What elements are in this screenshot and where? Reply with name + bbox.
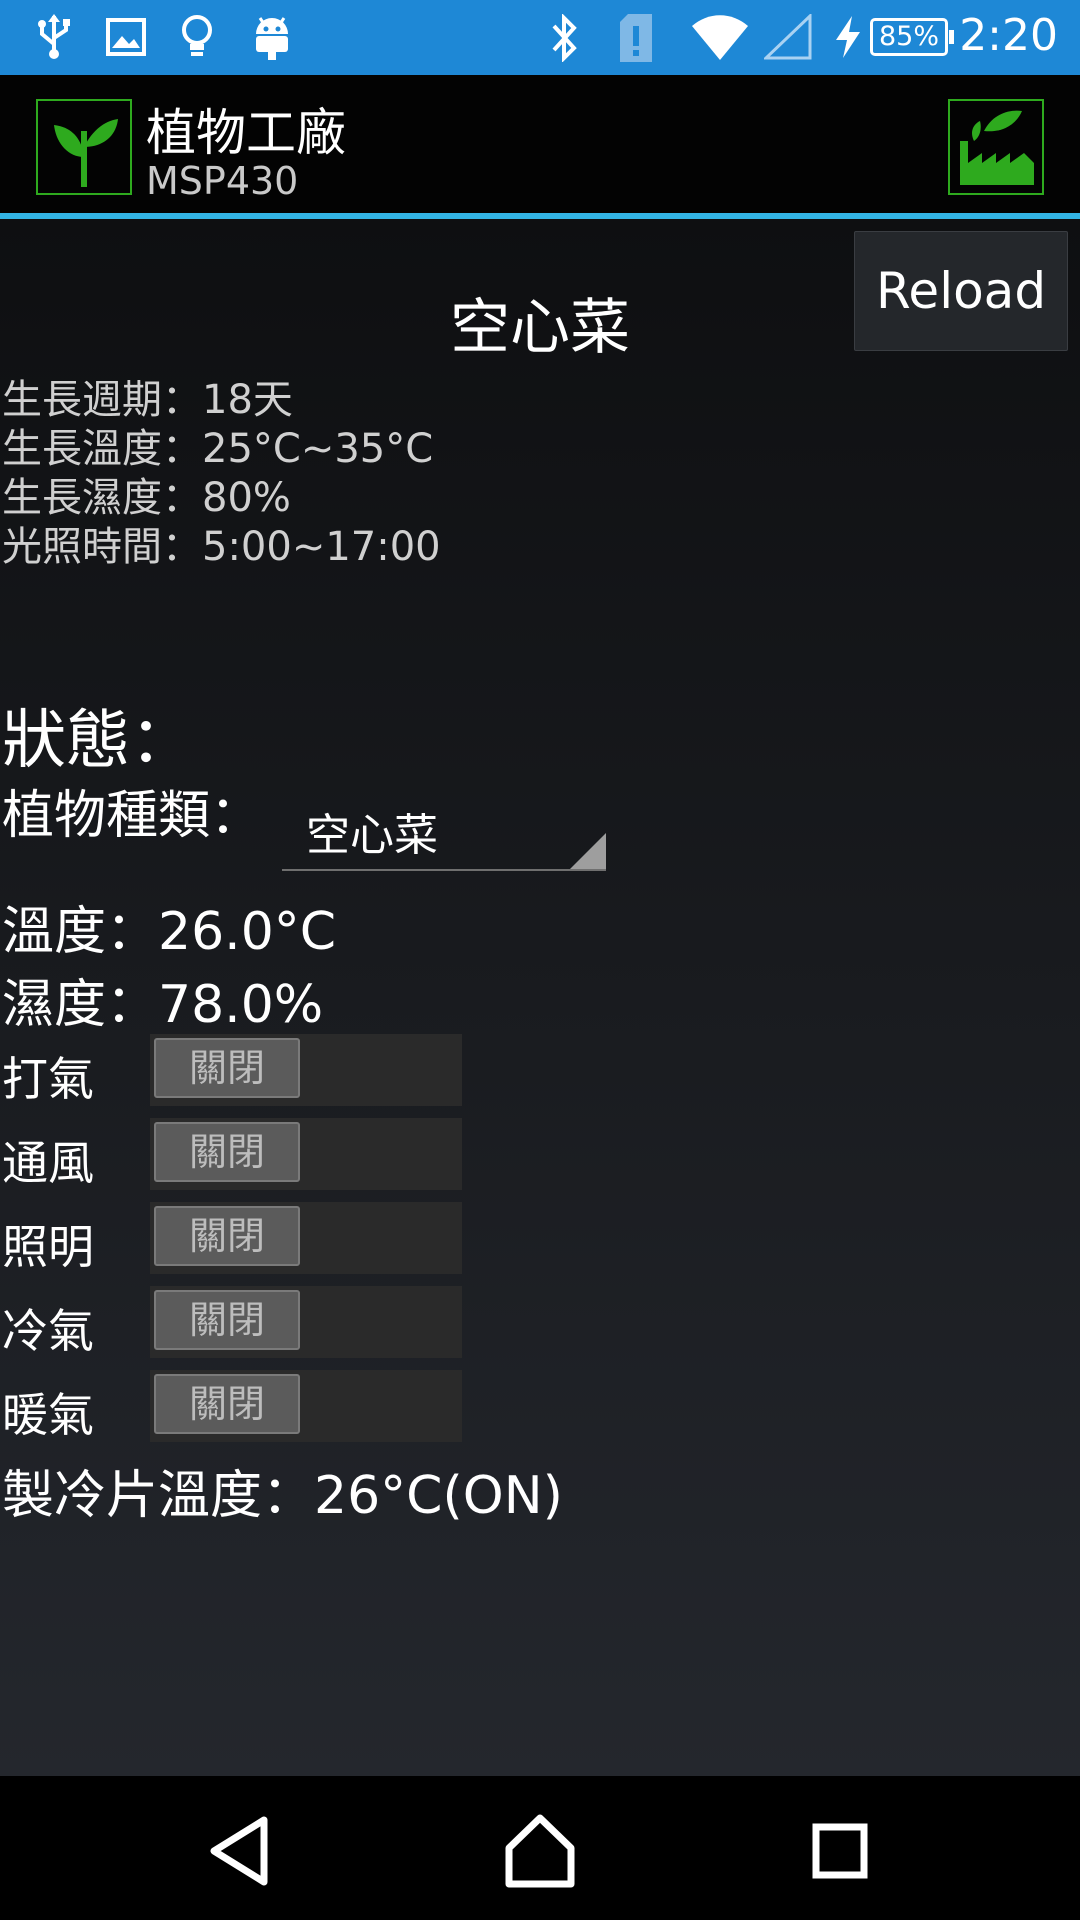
sim-alert-icon (620, 14, 652, 62)
app-subtitle: MSP430 (146, 159, 299, 203)
heating-toggle[interactable]: 關閉 (150, 1370, 462, 1442)
ventilation-label: 通風 (2, 1136, 94, 1190)
status-time: 2:20 (959, 10, 1058, 61)
back-icon[interactable] (196, 1806, 286, 1896)
sprout-icon (54, 119, 118, 187)
light-time-text: 光照時間：5:00~17:00 (2, 524, 441, 570)
toggle-state: 關閉 (154, 1374, 300, 1434)
cooler-temp-text: 製冷片溫度：26°C(ON) (2, 1466, 563, 1526)
factory-button[interactable] (948, 99, 1044, 195)
plant-type-selected: 空心菜 (306, 810, 438, 861)
cooling-toggle[interactable]: 關閉 (150, 1286, 462, 1358)
app-title: 植物工廠 (146, 104, 346, 162)
heating-label: 暖氣 (2, 1388, 94, 1442)
status-heading: 狀態： (2, 704, 194, 778)
android-icon (256, 17, 288, 60)
wifi-icon (692, 15, 748, 60)
aerator-toggle[interactable]: 關閉 (150, 1034, 462, 1106)
toggle-state: 關閉 (154, 1290, 300, 1350)
recents-icon[interactable] (795, 1806, 885, 1896)
plant-type-label: 植物種類： (2, 786, 263, 846)
lighting-label: 照明 (2, 1220, 94, 1274)
usb-icon (38, 14, 70, 59)
status-bar: 85% 2:20 (0, 0, 1080, 75)
bulb-icon (182, 15, 212, 56)
app-logo (36, 99, 132, 195)
image-icon (106, 18, 146, 56)
dropdown-triangle-icon (570, 833, 606, 869)
ventilation-toggle[interactable]: 關閉 (150, 1118, 462, 1190)
temperature-text: 溫度：26.0°C (2, 902, 337, 962)
lighting-toggle[interactable]: 關閉 (150, 1202, 462, 1274)
battery-indicator: 85% (870, 18, 954, 56)
main-content: Reload 空心菜 生長週期：18天 生長溫度：25°C~35°C 生長濕度：… (0, 219, 1080, 1776)
humidity-text: 濕度：78.0% (2, 975, 324, 1035)
bluetooth-icon (552, 14, 577, 62)
toggle-state: 關閉 (154, 1206, 300, 1266)
navigation-bar (0, 1776, 1080, 1920)
action-bar: 植物工廠 MSP430 (0, 75, 1080, 213)
home-icon[interactable] (495, 1806, 585, 1896)
factory-icon (960, 110, 1034, 185)
toggle-state: 關閉 (154, 1122, 300, 1182)
toggle-state: 關閉 (154, 1038, 300, 1098)
plant-title: 空心菜 (450, 293, 630, 363)
plant-type-spinner[interactable]: 空心菜 (282, 779, 606, 871)
charging-icon (836, 16, 860, 58)
cooling-label: 冷氣 (2, 1304, 94, 1358)
signal-icon (764, 14, 812, 60)
aerator-label: 打氣 (2, 1052, 94, 1106)
